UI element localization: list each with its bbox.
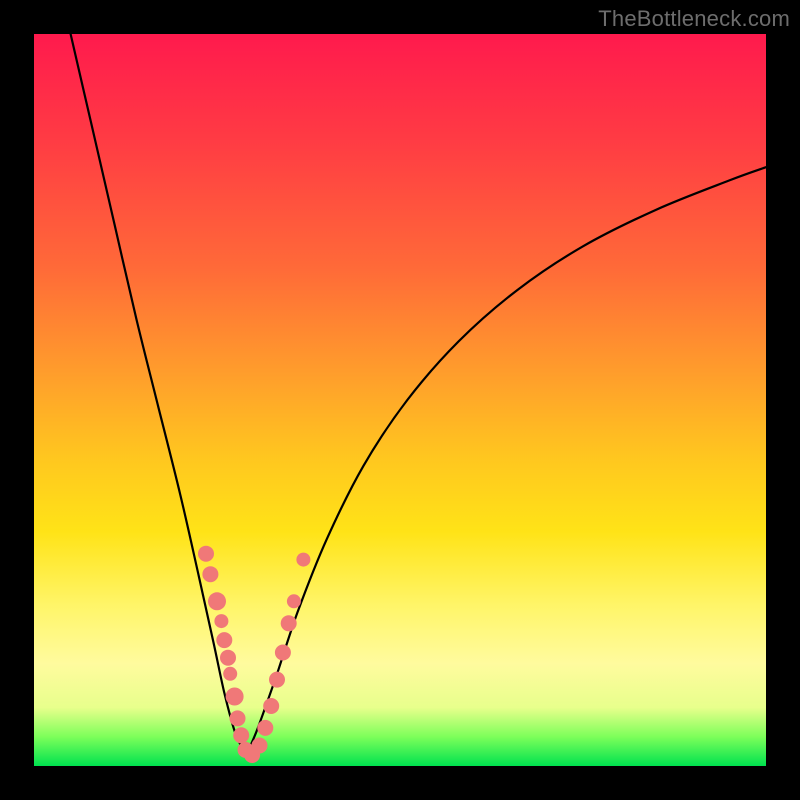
data-marker bbox=[287, 594, 301, 608]
data-marker bbox=[208, 592, 226, 610]
data-marker bbox=[223, 667, 237, 681]
data-marker bbox=[269, 672, 285, 688]
data-marker bbox=[214, 614, 228, 628]
data-marker bbox=[263, 698, 279, 714]
data-marker bbox=[230, 710, 246, 726]
data-marker bbox=[226, 688, 244, 706]
plot-area bbox=[34, 34, 766, 766]
data-marker bbox=[257, 720, 273, 736]
chart-frame: TheBottleneck.com bbox=[0, 0, 800, 800]
data-marker bbox=[202, 566, 218, 582]
curve-right-branch bbox=[246, 167, 766, 755]
data-marker bbox=[233, 727, 249, 743]
chart-svg bbox=[34, 34, 766, 766]
data-marker bbox=[275, 645, 291, 661]
data-marker bbox=[296, 553, 310, 567]
data-marker bbox=[198, 546, 214, 562]
curve-left-branch bbox=[71, 34, 247, 755]
data-marker bbox=[216, 632, 232, 648]
data-marker bbox=[220, 650, 236, 666]
watermark-text: TheBottleneck.com bbox=[598, 6, 790, 32]
marker-group bbox=[198, 546, 310, 763]
data-marker bbox=[281, 615, 297, 631]
data-marker bbox=[252, 738, 268, 754]
